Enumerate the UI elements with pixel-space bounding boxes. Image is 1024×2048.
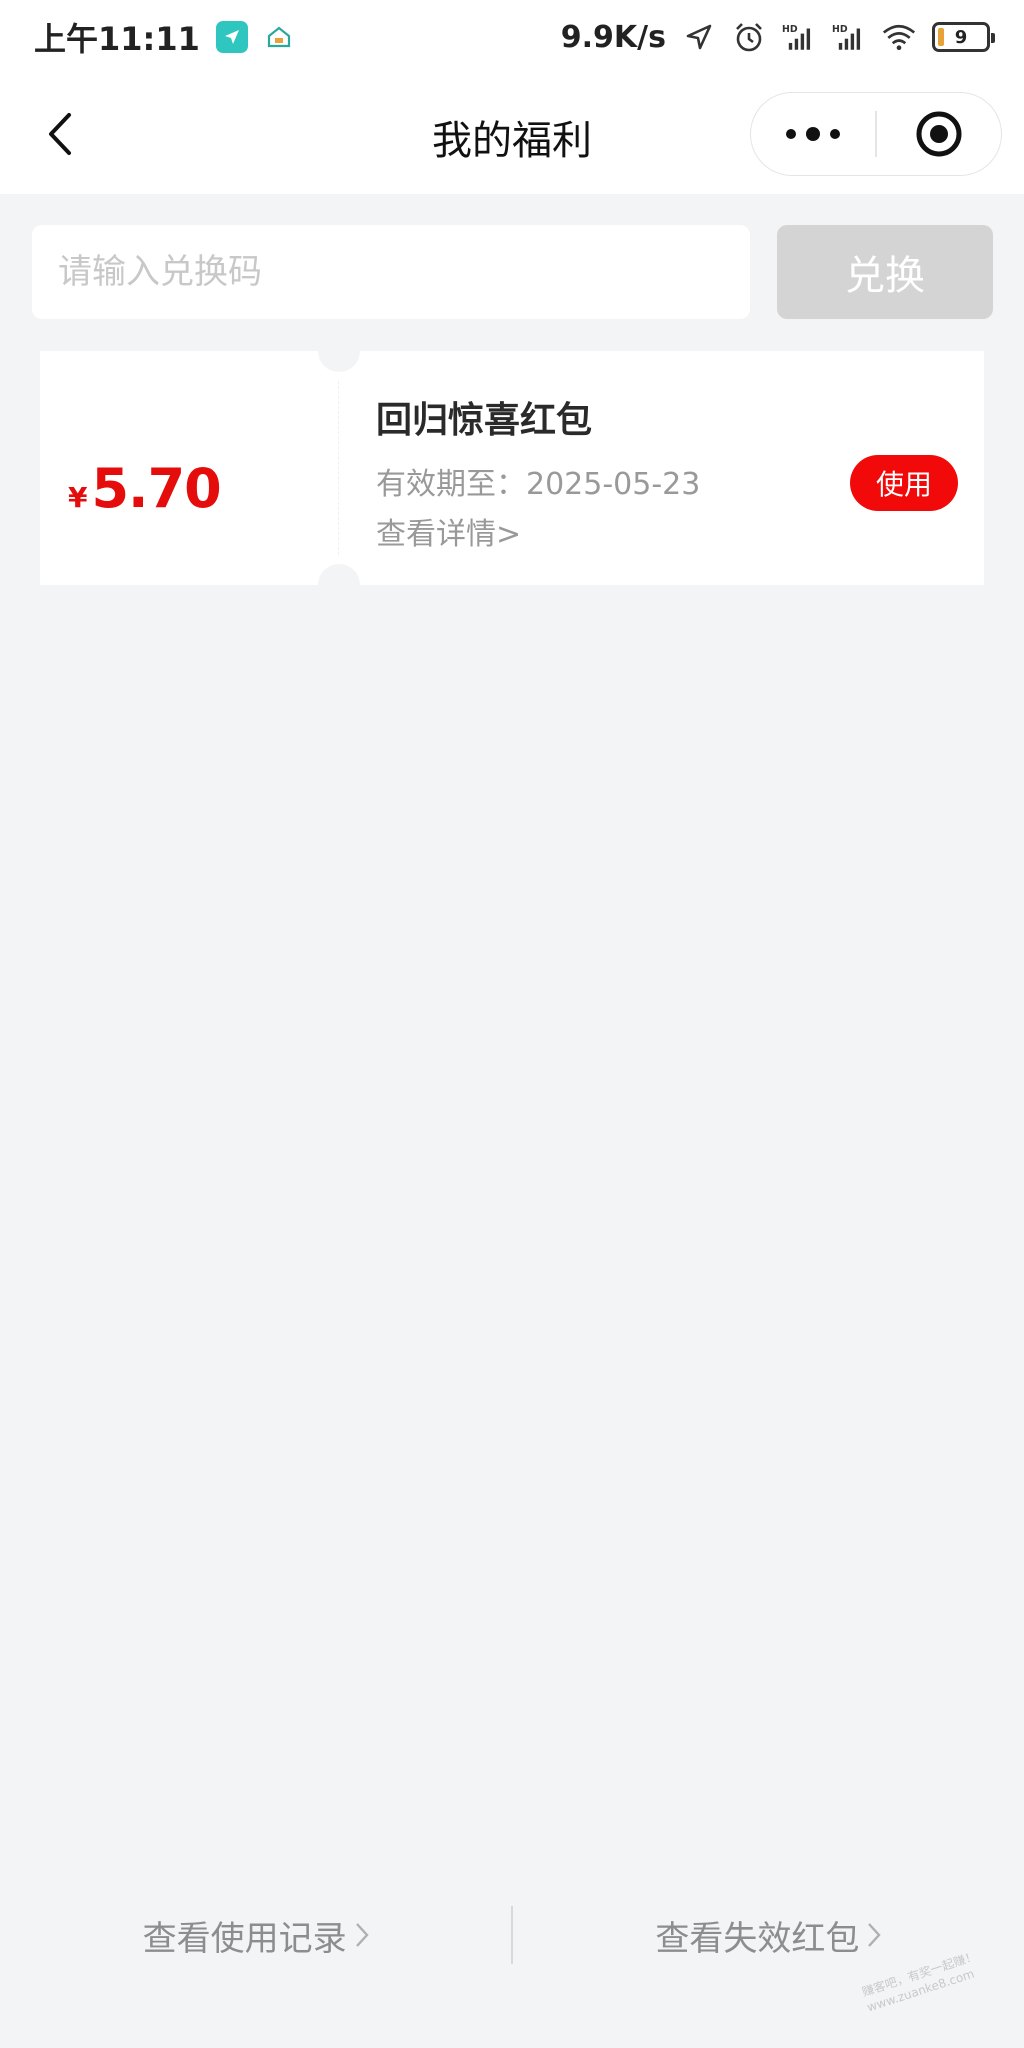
mini-program-capsule [750,92,1002,176]
status-bar: 上午11:11 9.9K/s HD HD 9 [0,0,1024,74]
battery-level-fill [938,28,944,46]
nav-bar: 我的福利 [0,74,1024,194]
status-right: 9.9K/s HD HD 9 [560,19,995,55]
location-app-icon [215,21,248,53]
close-mini-program-button[interactable] [877,93,1001,175]
status-left: 上午11:11 [34,14,294,60]
usage-record-link[interactable]: 查看使用记录 [0,1911,511,1960]
network-speed: 9.9K/s [560,19,666,55]
expired-packets-label: 查看失效红包 [655,1918,860,1959]
coupon-divider [338,381,339,555]
footer-links: 查看使用记录 查看失效红包 [0,1900,1024,1970]
home-app-icon [264,22,294,52]
target-circle-icon [916,111,962,157]
coupon-notch [318,564,360,606]
coupon-title: 回归惊喜红包 [376,400,593,441]
wifi-icon [882,20,916,54]
redeem-button[interactable]: 兑换 [777,225,993,319]
expired-packets-link[interactable]: 查看失效红包 [513,1911,1024,1960]
signal-hd-icon: HD [782,20,816,54]
alarm-icon [732,20,766,54]
coupon-detail-link[interactable]: 查看详情> [376,509,521,553]
svg-text:HD: HD [832,24,848,35]
coupon-expiry: 有效期至：2025-05-23 [376,467,701,502]
battery-level: 9 [954,26,968,48]
signal-hd-icon: HD [832,20,866,54]
coupon-notch [318,330,360,372]
use-coupon-button[interactable]: 使用 [850,455,958,511]
coupon-amount: 5.70 [91,457,221,520]
battery-icon: 9 [932,22,995,52]
chevron-right-icon [867,1921,881,1949]
status-time: 上午11:11 [34,20,200,58]
usage-record-label: 查看使用记录 [142,1918,347,1959]
coupon-card: ¥ 5.70 回归惊喜红包 有效期至：2025-05-23 查看详情> 使用 [40,330,984,606]
coupon-price: ¥ 5.70 [68,457,222,520]
coupon-currency: ¥ [68,481,88,514]
more-button[interactable] [751,93,875,175]
chevron-right-icon [355,1921,369,1949]
redeem-code-input[interactable] [32,225,750,319]
svg-text:HD: HD [782,24,798,35]
location-arrow-icon [682,20,716,54]
more-dots-icon [786,127,841,141]
